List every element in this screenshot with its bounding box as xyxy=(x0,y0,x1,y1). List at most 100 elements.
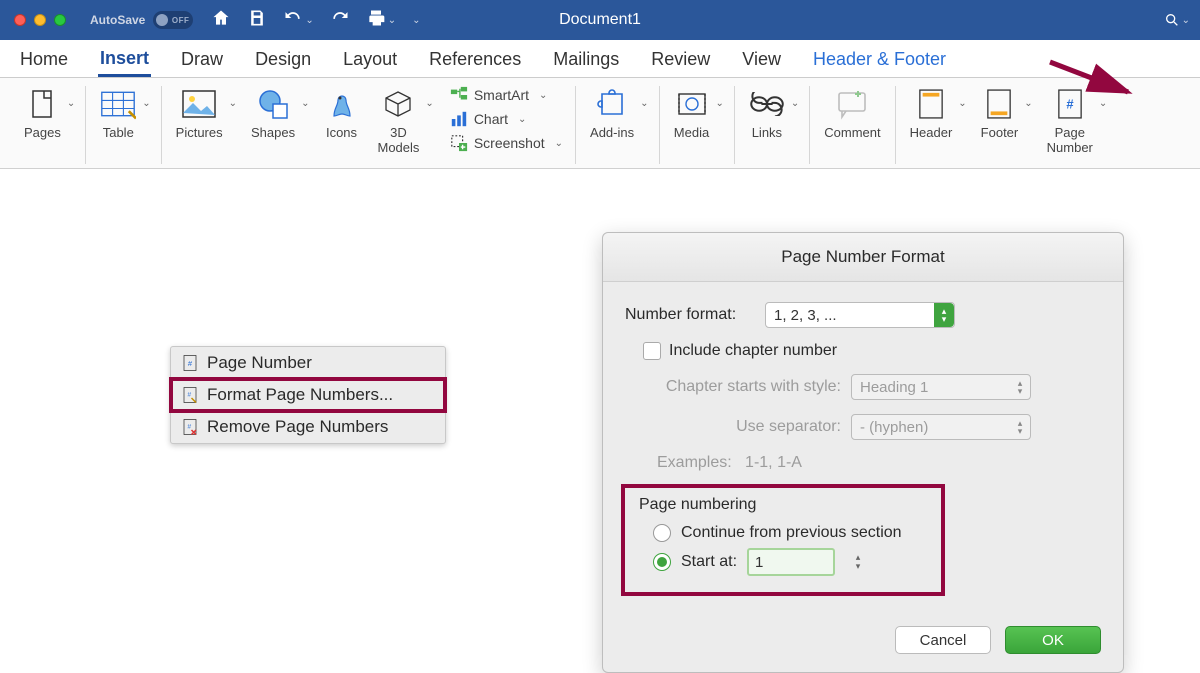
start-at-radio[interactable] xyxy=(653,553,671,571)
tab-review[interactable]: Review xyxy=(649,49,712,77)
chevron-down-icon: ⌄ xyxy=(67,98,75,109)
window-controls xyxy=(0,14,80,26)
separator-select: - (hyphen) xyxy=(851,414,1031,440)
table-icon xyxy=(100,86,136,122)
autosave-label: AutoSave xyxy=(90,13,145,27)
quick-access-toolbar: ⌄ ⌄ ⌄ xyxy=(211,8,420,33)
menu-format-page-numbers[interactable]: # Format Page Numbers... xyxy=(171,379,445,411)
continue-radio[interactable] xyxy=(653,524,671,542)
include-chapter-checkbox[interactable] xyxy=(643,342,661,360)
chevron-down-icon: ⌄ xyxy=(229,98,237,109)
tab-header-footer[interactable]: Header & Footer xyxy=(811,49,948,77)
tab-home[interactable]: Home xyxy=(18,49,70,77)
svg-text:#: # xyxy=(187,392,191,399)
chart-button[interactable]: Chart⌄ xyxy=(448,108,565,130)
examples-value: 1-1, 1-A xyxy=(745,454,802,471)
chevron-down-icon: ⌄ xyxy=(958,98,966,109)
autosave-toggle[interactable]: OFF xyxy=(153,11,193,29)
cancel-button[interactable]: Cancel xyxy=(895,626,991,654)
tab-design[interactable]: Design xyxy=(253,49,313,77)
svg-text:#: # xyxy=(188,359,193,368)
autosave-control[interactable]: AutoSave OFF xyxy=(90,11,193,29)
number-format-label: Number format: xyxy=(625,306,765,324)
screenshot-button[interactable]: Screenshot⌄ xyxy=(448,132,565,154)
footer-icon xyxy=(981,86,1017,122)
start-at-stepper[interactable]: ▴▾ xyxy=(851,553,865,571)
number-format-select[interactable]: 1, 2, 3, ... xyxy=(765,302,955,328)
chevron-down-icon: ⌄ xyxy=(640,98,648,109)
footer-button[interactable]: Footer xyxy=(977,84,1023,143)
ribbon: Pages ⌄ Table ⌄ Pictures ⌄ xyxy=(0,78,1200,169)
tab-layout[interactable]: Layout xyxy=(341,49,399,77)
chevron-down-icon: ⌄ xyxy=(791,98,799,109)
start-at-label: Start at: xyxy=(681,553,737,571)
page-number-context-menu: # Page Number # Format Page Numbers... #… xyxy=(170,346,446,444)
chevron-down-icon: ⌄ xyxy=(716,98,724,109)
smartart-button[interactable]: SmartArt⌄ xyxy=(448,84,565,106)
undo-dropdown[interactable]: ⌄ xyxy=(305,15,313,26)
redo-icon[interactable] xyxy=(330,8,350,33)
ok-button[interactable]: OK xyxy=(1005,626,1101,654)
autosave-state: OFF xyxy=(172,16,190,25)
shapes-icon xyxy=(255,86,291,122)
tab-mailings[interactable]: Mailings xyxy=(551,49,621,77)
addins-icon xyxy=(594,86,630,122)
header-icon xyxy=(913,86,949,122)
page-number-icon: # xyxy=(1052,86,1088,122)
pages-button[interactable]: Pages xyxy=(20,84,65,143)
zoom-window-button[interactable] xyxy=(54,14,66,26)
tab-draw[interactable]: Draw xyxy=(179,49,225,77)
home-icon[interactable] xyxy=(211,8,231,33)
media-icon xyxy=(674,86,710,122)
icons-button[interactable]: Icons xyxy=(320,84,364,143)
shapes-button[interactable]: Shapes xyxy=(247,84,299,143)
tab-view[interactable]: View xyxy=(740,49,783,77)
chapter-style-label: Chapter starts with style: xyxy=(625,378,851,396)
dialog-title: Page Number Format xyxy=(603,233,1123,282)
svg-text:#: # xyxy=(1066,97,1074,112)
customize-qat[interactable]: ⌄ xyxy=(412,15,420,26)
search-button[interactable]: ⌄ xyxy=(1164,12,1190,28)
chevron-down-icon: ⌄ xyxy=(142,98,150,109)
print-icon[interactable] xyxy=(366,8,386,33)
page-numbering-heading: Page numbering xyxy=(639,496,937,514)
tab-insert[interactable]: Insert xyxy=(98,48,151,77)
save-icon[interactable] xyxy=(247,8,267,33)
chevron-down-icon: ⌄ xyxy=(1099,98,1107,109)
close-window-button[interactable] xyxy=(14,14,26,26)
svg-text:#: # xyxy=(187,424,191,431)
undo-icon[interactable] xyxy=(283,8,303,33)
3d-models-button[interactable]: 3D Models xyxy=(374,84,424,158)
media-button[interactable]: Media xyxy=(670,84,714,143)
document-title: Document1 xyxy=(559,11,641,29)
title-bar: AutoSave OFF ⌄ ⌄ ⌄ Document1 ⌄ xyxy=(0,0,1200,40)
cube-icon xyxy=(380,86,416,122)
start-at-input[interactable]: 1 xyxy=(747,548,835,576)
chapter-style-select: Heading 1 xyxy=(851,374,1031,400)
chevron-down-icon: ⌄ xyxy=(425,98,433,109)
page-icon xyxy=(24,86,60,122)
menu-page-number[interactable]: # Page Number xyxy=(171,347,445,379)
page-numbering-section: Page numbering Continue from previous se… xyxy=(621,484,945,596)
comment-button: Comment xyxy=(820,84,884,143)
header-button[interactable]: Header xyxy=(906,84,957,143)
chevron-down-icon: ⌄ xyxy=(301,98,309,109)
examples-label: Examples: xyxy=(657,454,732,471)
chevron-down-icon: ⌄ xyxy=(1024,98,1032,109)
page-number-button[interactable]: # Page Number xyxy=(1043,84,1097,158)
comment-icon xyxy=(834,86,870,122)
minimize-window-button[interactable] xyxy=(34,14,46,26)
continue-label: Continue from previous section xyxy=(681,524,902,542)
menu-remove-page-numbers[interactable]: # Remove Page Numbers xyxy=(171,411,445,443)
ribbon-tabs: Home Insert Draw Design Layout Reference… xyxy=(0,40,1200,78)
link-icon xyxy=(749,86,785,122)
pictures-icon xyxy=(181,86,217,122)
tab-references[interactable]: References xyxy=(427,49,523,77)
table-button[interactable]: Table xyxy=(96,84,140,143)
pictures-button[interactable]: Pictures xyxy=(172,84,227,143)
separator-label: Use separator: xyxy=(625,418,851,436)
links-button[interactable]: Links xyxy=(745,84,789,143)
icons-icon xyxy=(324,86,360,122)
addins-button[interactable]: Add-ins xyxy=(586,84,638,143)
print-dropdown[interactable]: ⌄ xyxy=(388,15,396,26)
